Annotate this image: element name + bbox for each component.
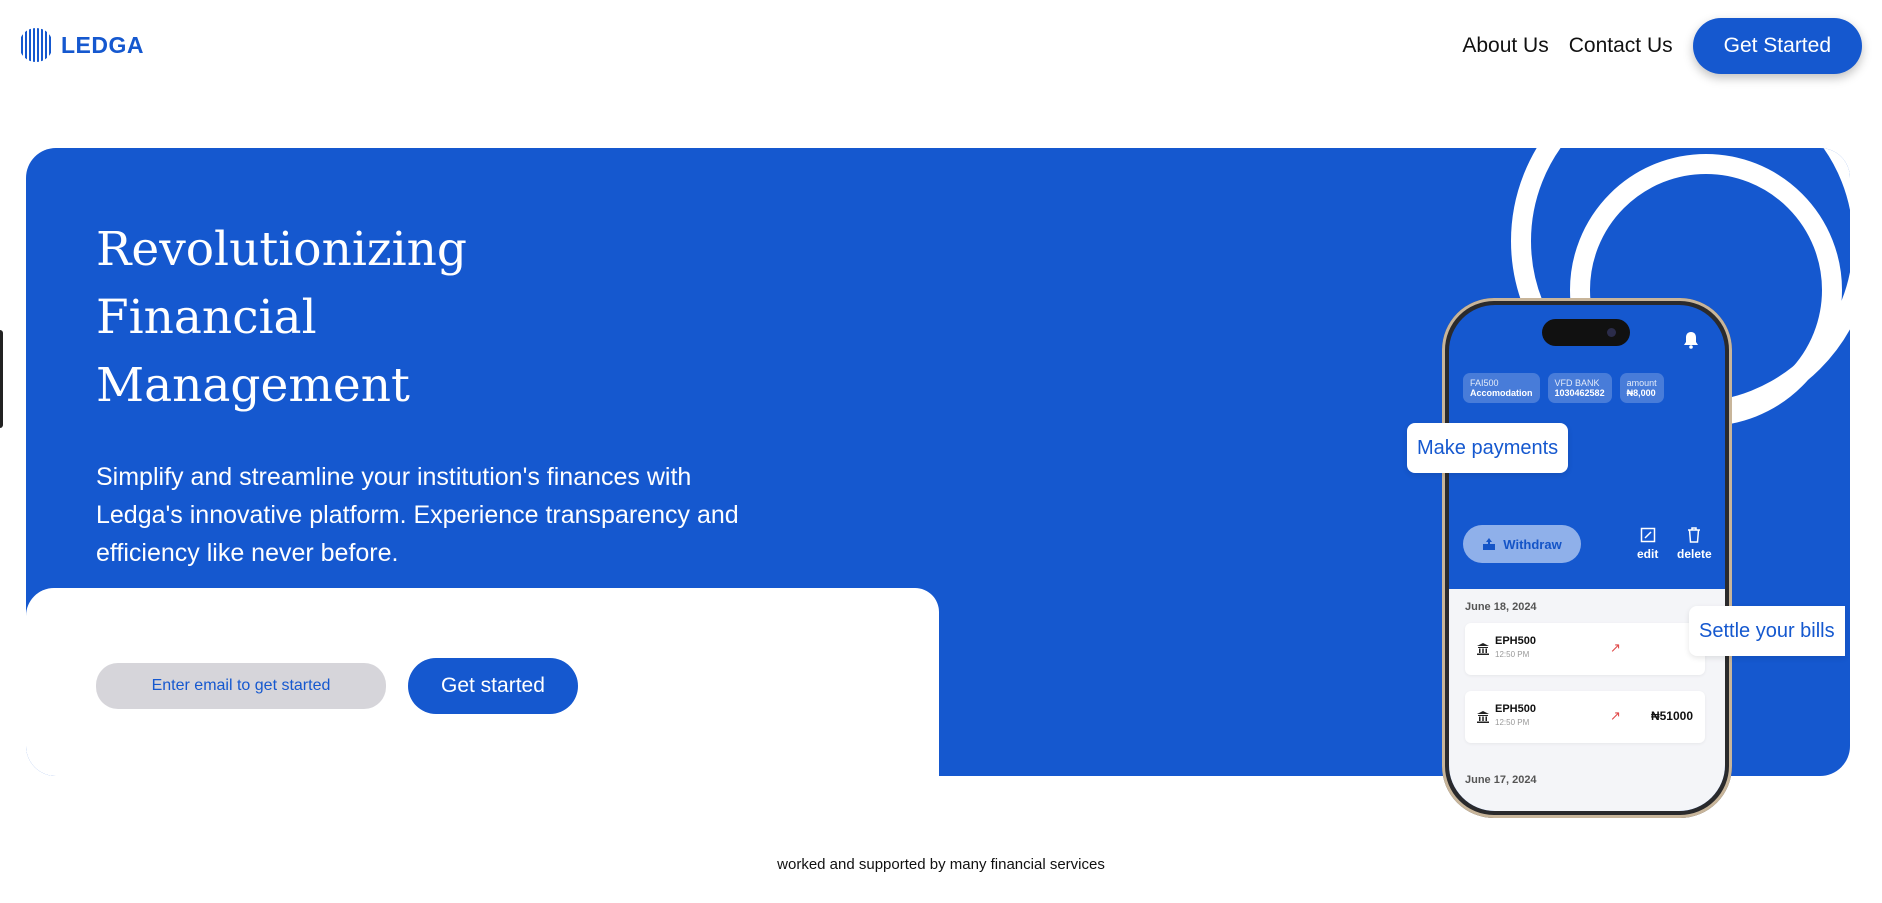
edit-label: edit xyxy=(1637,547,1659,561)
phone-screen: FAI500 Accomodation VFD BANK 1030462582 … xyxy=(1449,305,1725,811)
chip-value: Accomodation xyxy=(1470,388,1533,398)
trash-icon xyxy=(1688,527,1701,543)
side-tab-handle[interactable] xyxy=(0,330,3,428)
hero-title-line: Management xyxy=(96,358,410,413)
email-input[interactable] xyxy=(96,663,386,709)
transaction-row[interactable]: EPH500 12:50 PM ↗ xyxy=(1465,623,1705,675)
hero-title: Revolutionizing Financial Management xyxy=(96,216,467,420)
arrow-up-right-icon: ↗ xyxy=(1610,640,1621,655)
delete-action[interactable]: delete xyxy=(1677,527,1712,561)
withdraw-button[interactable]: Withdraw xyxy=(1463,525,1581,563)
delete-label: delete xyxy=(1677,547,1712,561)
bell-icon xyxy=(1684,332,1698,349)
partners-caption: worked and supported by many financial s… xyxy=(777,856,1105,873)
chip-label: FAI500 xyxy=(1470,378,1499,388)
chip-value: ₦8,000 xyxy=(1626,388,1656,398)
hero-title-line: Financial xyxy=(96,290,317,345)
transaction-row[interactable]: EPH500 12:50 PM ↗ ₦51000 xyxy=(1465,691,1705,743)
get-started-hero-button[interactable]: Get started xyxy=(408,658,578,714)
transaction-list: June 18, 2024 EPH500 12:50 PM ↗ EPH500 1… xyxy=(1449,589,1725,811)
dynamic-island xyxy=(1542,319,1630,346)
withdraw-icon xyxy=(1483,537,1496,550)
info-chip: FAI500 Accomodation xyxy=(1463,373,1540,403)
transaction-name: EPH500 xyxy=(1495,703,1536,715)
settle-bills-callout: Settle your bills xyxy=(1689,606,1845,656)
arrow-up-right-icon: ↗ xyxy=(1610,708,1621,723)
hero-subtitle: Simplify and streamline your institution… xyxy=(96,463,739,567)
bank-icon xyxy=(1477,643,1489,655)
chip-label: VFD BANK xyxy=(1554,378,1600,388)
transaction-date: June 18, 2024 xyxy=(1465,601,1537,613)
top-nav: About Us Contact Us Get Started xyxy=(1462,18,1862,74)
info-chips: FAI500 Accomodation VFD BANK 1030462582 … xyxy=(1463,373,1664,403)
transaction-date: June 17, 2024 xyxy=(1465,774,1537,786)
get-started-header-button[interactable]: Get Started xyxy=(1692,18,1862,74)
logo-text: LEDGA xyxy=(61,31,144,58)
nav-about-us[interactable]: About Us xyxy=(1462,34,1548,58)
transaction-time: 12:50 PM xyxy=(1495,718,1530,727)
transaction-amount: ₦51000 xyxy=(1650,709,1693,723)
transaction-time: 12:50 PM xyxy=(1495,650,1530,659)
chip-label: amount xyxy=(1626,378,1657,388)
logo-mark-icon xyxy=(19,28,53,62)
make-payments-callout: Make payments xyxy=(1407,423,1569,473)
ledga-logo[interactable]: LEDGA xyxy=(19,28,144,62)
edit-action[interactable]: edit xyxy=(1637,527,1658,561)
edit-icon xyxy=(1640,527,1655,543)
transaction-name: EPH500 xyxy=(1495,635,1536,647)
chip-value: 1030462582 xyxy=(1554,388,1605,398)
nav-contact-us[interactable]: Contact Us xyxy=(1569,34,1673,58)
hero-cta-panel: Get started xyxy=(26,588,939,776)
withdraw-label: Withdraw xyxy=(1503,536,1562,552)
bank-icon xyxy=(1477,711,1489,723)
info-chip: VFD BANK 1030462582 xyxy=(1547,373,1612,403)
hero-title-line: Revolutionizing xyxy=(96,222,468,277)
info-chip: amount ₦8,000 xyxy=(1619,373,1664,403)
phone-mockup: FAI500 Accomodation VFD BANK 1030462582 … xyxy=(1442,298,1732,818)
